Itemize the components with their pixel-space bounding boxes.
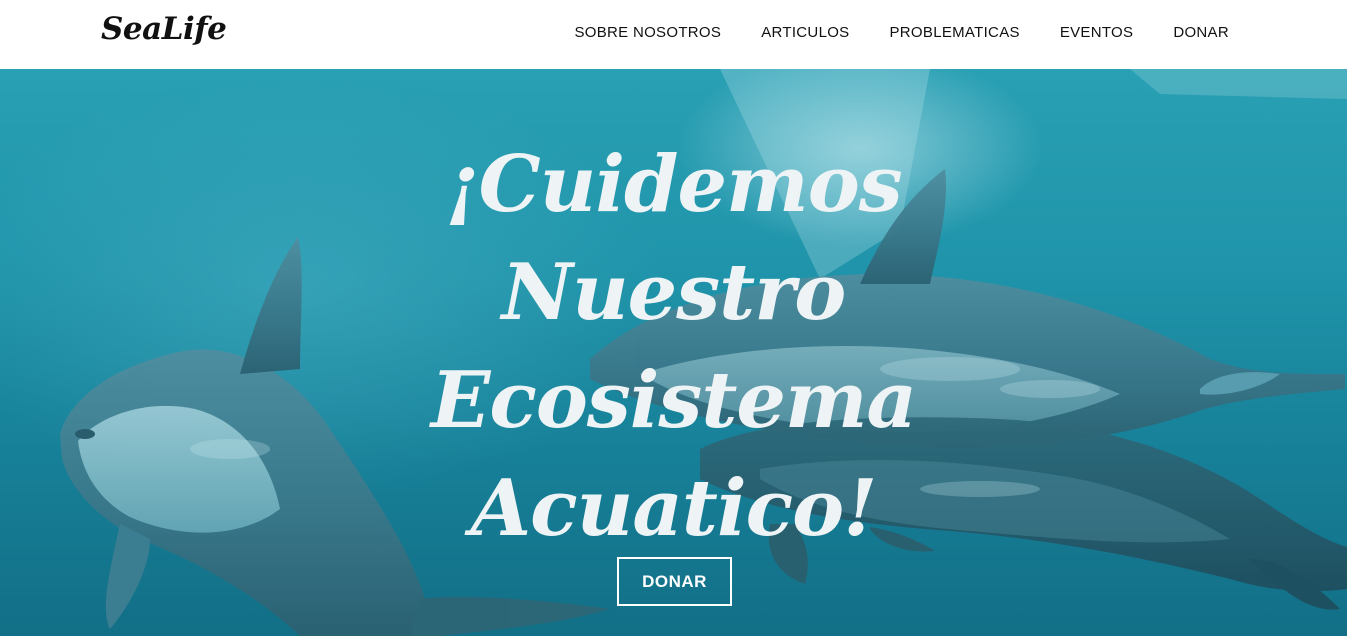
- hero-title-line: Acuatico!: [470, 463, 878, 554]
- nav-item-sobre-nosotros[interactable]: SOBRE NOSOTROS: [574, 24, 721, 41]
- hero-section: ¡Cuidemos Nuestro Ecosistema Acuatico! D…: [0, 69, 1347, 636]
- nav-links: SOBRE NOSOTROS ARTICULOS PROBLEMATICAS E…: [574, 24, 1229, 41]
- hero-title-line: Ecosistema: [430, 355, 917, 446]
- nav-item-donar[interactable]: DONAR: [1173, 24, 1229, 41]
- hero-title-line: Nuestro: [501, 247, 847, 338]
- nav-item-articulos[interactable]: ARTICULOS: [761, 24, 849, 41]
- brand-logo[interactable]: SeaLife: [101, 11, 227, 47]
- navbar: SeaLife SOBRE NOSOTROS ARTICULOS PROBLEM…: [0, 0, 1347, 69]
- hero-title: ¡Cuidemos Nuestro Ecosistema Acuatico!: [0, 131, 1347, 563]
- hero-title-line: ¡Cuidemos: [445, 139, 902, 230]
- donate-button[interactable]: DONAR: [617, 557, 732, 606]
- nav-item-eventos[interactable]: EVENTOS: [1060, 24, 1134, 41]
- nav-item-problematicas[interactable]: PROBLEMATICAS: [889, 24, 1019, 41]
